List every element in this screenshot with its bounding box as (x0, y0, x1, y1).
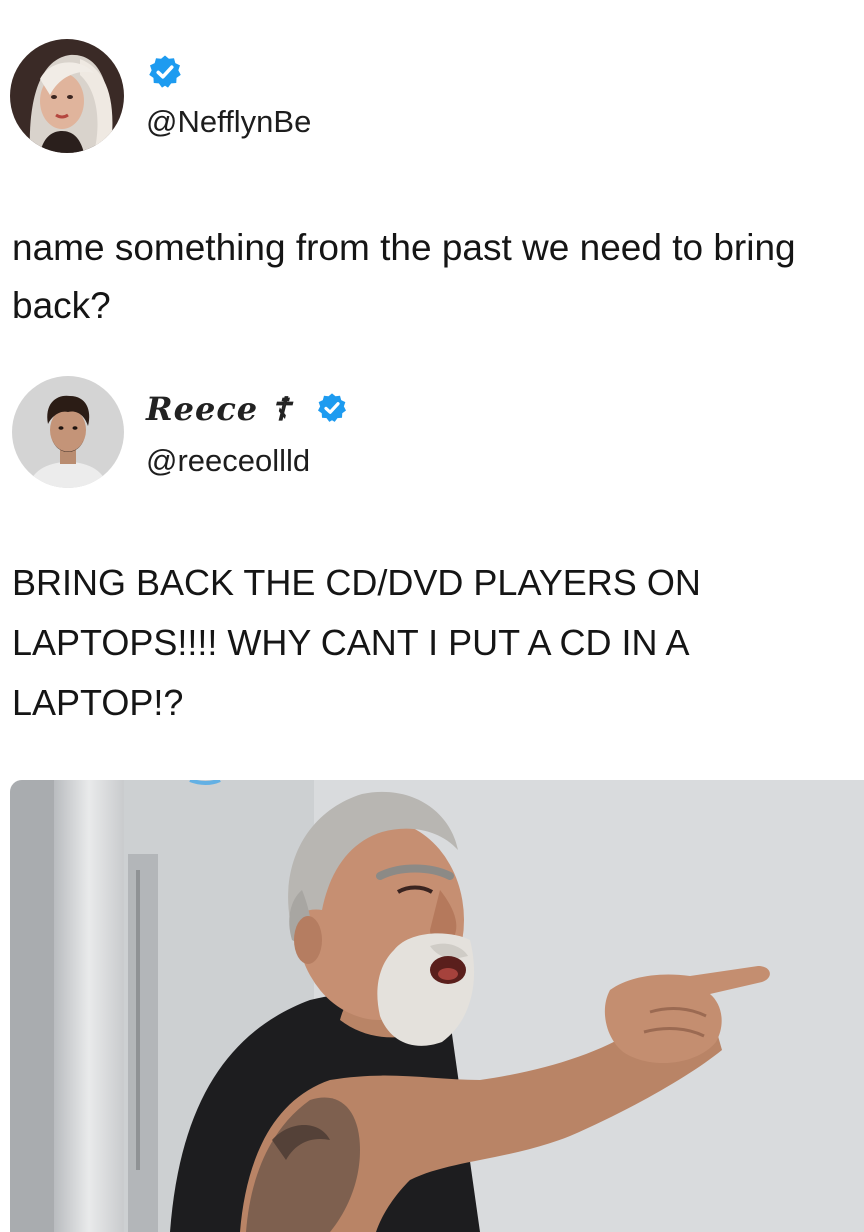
handle-reeceollld[interactable]: @reeceollld (146, 443, 310, 479)
angry-man-pointing-photo-icon (10, 780, 864, 1232)
avatar-reeceollld[interactable] (12, 376, 124, 488)
meme-image[interactable] (10, 780, 864, 1232)
avatar-nefflynbe[interactable] (10, 39, 124, 153)
woman-portrait-avatar-icon (10, 39, 124, 153)
display-name-reece[interactable]: Reece ☦ (146, 390, 292, 428)
man-portrait-avatar-icon (12, 376, 124, 488)
tweet-text-reply: BRING BACK THE CD/DVD PLAYERS ON LAPTOPS… (12, 562, 701, 723)
verified-badge-icon (318, 393, 346, 422)
verified-badge-icon (149, 55, 181, 88)
handle-nefflynbe[interactable]: @NefflynBe (146, 104, 311, 140)
tweet-text-original: name something from the past we need to … (12, 227, 796, 326)
